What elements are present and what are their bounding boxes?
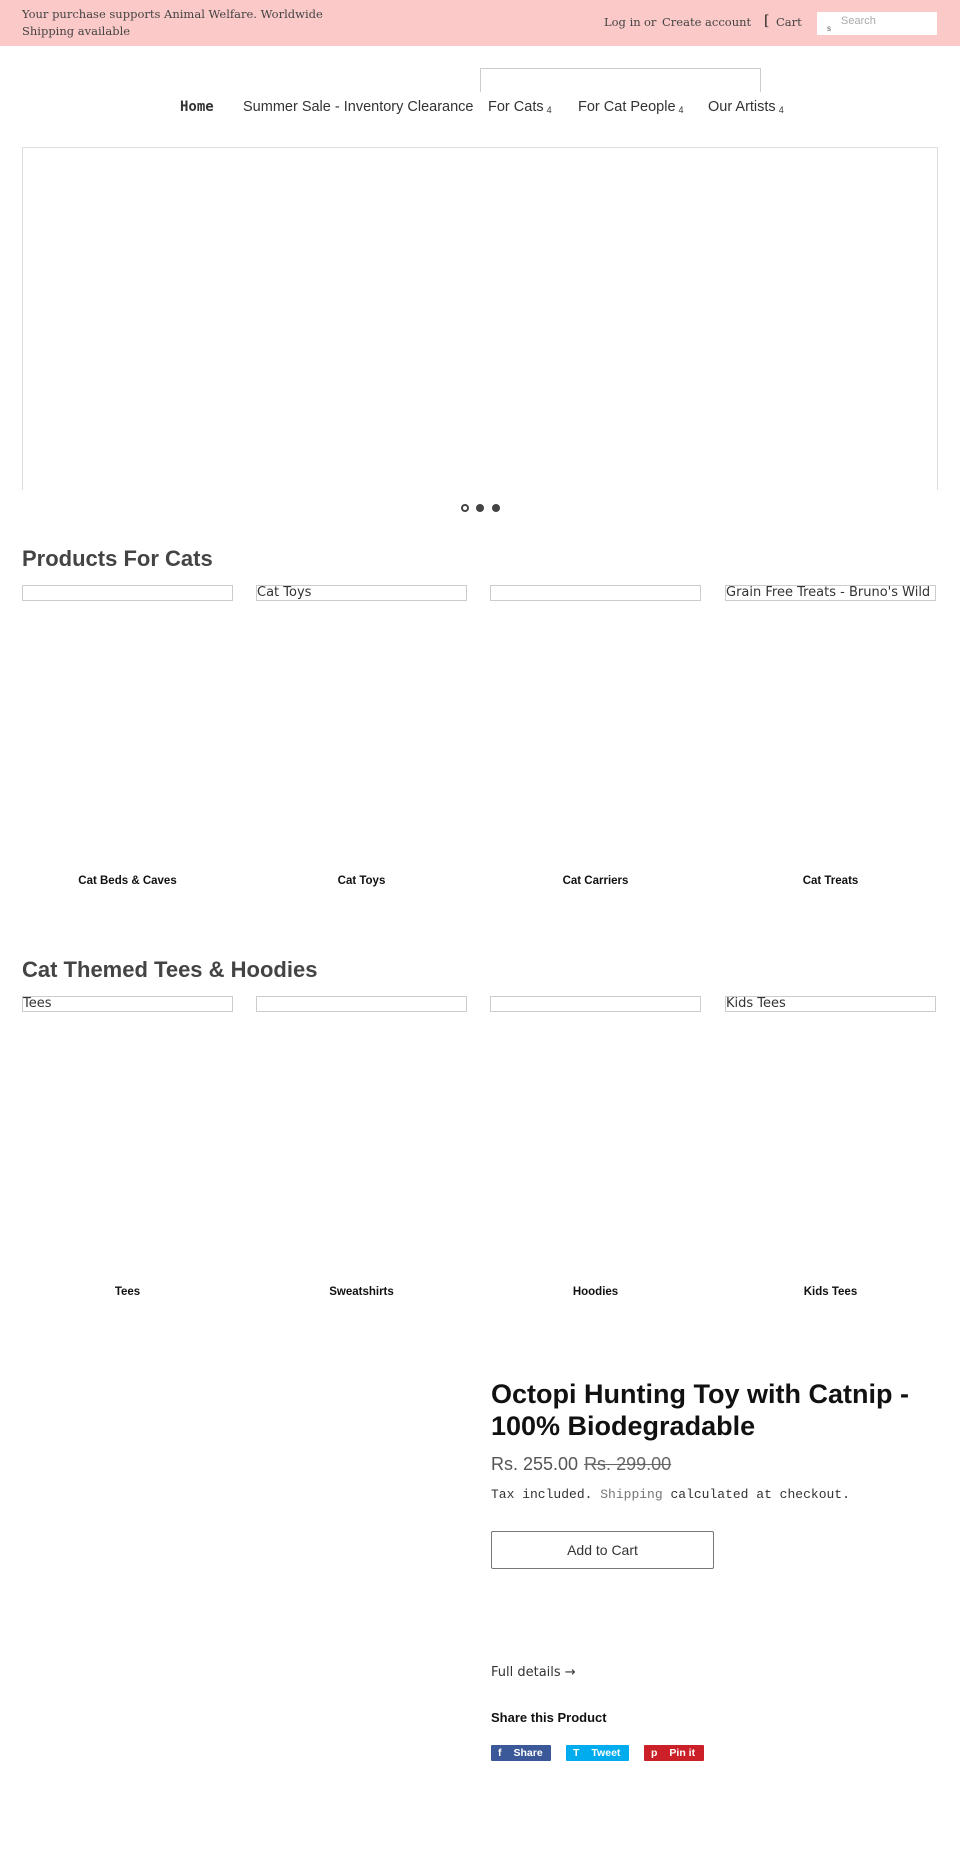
announcement-text: Your purchase supports Animal Welfare. W… [22,7,323,38]
slide-dot-3[interactable] [492,504,500,512]
collection-image[interactable] [490,996,701,1012]
twitter-tweet-button[interactable]: T Tweet [566,1745,629,1761]
search-icon: s [827,24,831,33]
nav-label: Our Artists [708,99,776,115]
pinterest-icon: p [651,1747,658,1759]
collection-image[interactable]: Kids Tees [725,996,936,1012]
share-label: Tweet [591,1747,621,1759]
full-details-link[interactable]: Full details → [491,1665,576,1680]
twitter-icon: T [573,1747,580,1759]
collection-label[interactable]: Cat Toys [256,875,467,887]
or-text: or [644,15,657,29]
login-link[interactable]: Log in [604,15,641,29]
product-price: Rs. 255.00 Rs. 299.00 [491,1454,671,1475]
collection-label[interactable]: Cat Treats [725,875,936,887]
cart-link[interactable]: Cart [776,15,802,29]
share-title: Share this Product [491,1710,607,1725]
search-placeholder: Search [841,15,876,27]
nav-our-artists[interactable]: Our Artists 4 [708,99,784,115]
nav-label: For Cats [488,99,544,115]
nav-summer-sale[interactable]: Summer Sale - Inventory Clearance [243,99,474,115]
section-title-tees: Cat Themed Tees & Hoodies [22,957,318,982]
section-title-cats: Products For Cats [22,546,213,571]
nav-for-cats[interactable]: For Cats 4 [488,99,552,115]
dropdown-indicator: 4 [778,105,784,115]
slide-dot-2[interactable] [476,504,484,512]
nav-label: For Cat People [578,99,676,115]
collection-image[interactable]: Grain Free Treats - Bruno's Wild [725,585,936,601]
collection-label[interactable]: Tees [22,1286,233,1298]
shipping-link[interactable]: Shipping [600,1487,662,1502]
facebook-share-button[interactable]: f Share [491,1745,551,1761]
cart-icon: [ [764,13,770,29]
facebook-icon: f [498,1747,502,1759]
collection-image[interactable] [490,585,701,601]
collection-image[interactable] [256,996,467,1012]
share-label: Share [513,1747,543,1759]
add-to-cart-button[interactable]: Add to Cart [491,1531,714,1569]
collection-label[interactable]: Cat Beds & Caves [22,875,233,887]
nav-home[interactable]: Home [180,99,214,115]
collection-label[interactable]: Cat Carriers [490,875,701,887]
collection-image[interactable]: Tees [22,996,233,1012]
tax-text: Tax included. [491,1487,593,1502]
tax-note: Tax included. Shipping calculated at che… [491,1487,850,1502]
share-label: Pin it [669,1747,696,1759]
hero-slideshow[interactable] [22,147,938,490]
compare-price: Rs. 299.00 [584,1454,672,1474]
tax-text: calculated at checkout. [670,1487,850,1502]
dropdown-indicator: 4 [546,105,552,115]
collection-image[interactable]: Cat Toys [256,585,467,601]
collection-image[interactable] [22,585,233,601]
pinterest-pin-button[interactable]: p Pin it [644,1745,704,1761]
dropdown-frame [480,68,761,92]
product-title: Octopi Hunting Toy with Catnip - 100% Bi… [491,1379,909,1441]
nav-for-cat-people[interactable]: For Cat People 4 [578,99,684,115]
create-account-link[interactable]: Create account [662,15,751,29]
collection-label[interactable]: Sweatshirts [256,1286,467,1298]
dropdown-indicator: 4 [678,105,684,115]
collection-label[interactable]: Hoodies [490,1286,701,1298]
search-input[interactable]: s Search [817,12,937,35]
slide-dot-1[interactable] [461,504,469,512]
collection-label[interactable]: Kids Tees [725,1286,936,1298]
sale-price: Rs. 255.00 [491,1454,579,1474]
